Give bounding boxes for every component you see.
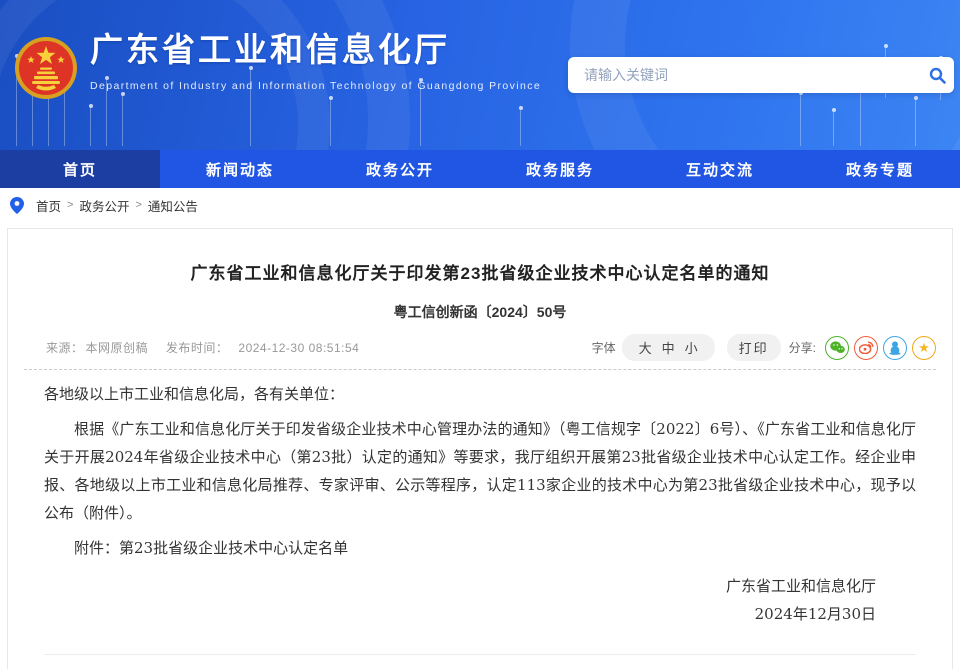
article-card: 广东省工业和信息化厅关于印发第23批省级企业技术中心认定名单的通知 粤工信创新函…: [7, 228, 953, 669]
article-signature: 广东省工业和信息化厅 2024年12月30日: [44, 572, 916, 628]
national-emblem-logo: [14, 36, 78, 100]
qq-icon: [889, 341, 901, 355]
nav-item-gov-services[interactable]: 政务服务: [480, 150, 640, 188]
section-divider: [44, 654, 916, 655]
wechat-icon: [830, 341, 845, 354]
print-button[interactable]: 打印: [727, 334, 781, 361]
site-search: [568, 57, 954, 93]
search-button[interactable]: [920, 57, 954, 93]
share-qq-button[interactable]: [883, 336, 907, 360]
location-pin-icon: [10, 197, 24, 214]
header-decoration-line: [520, 110, 521, 146]
article-paragraph: 附件：第23批省级企业技术中心认定名单: [44, 534, 916, 562]
font-size-medium-button[interactable]: 中: [657, 338, 680, 357]
breadcrumb-notices[interactable]: 通知公告: [148, 196, 198, 215]
font-size-small-button[interactable]: 小: [680, 338, 703, 357]
breadcrumb-gov-info[interactable]: 政务公开: [79, 196, 129, 215]
document-number: 粤工信创新函〔2024〕50号: [8, 302, 952, 322]
article-meta: 来源：本网原创稿 发布时间： 2024-12-30 08:51:54: [24, 339, 359, 356]
main-nav: 首页 新闻动态 政务公开 政务服务 互动交流 政务专题: [0, 150, 960, 188]
font-size-group: 大 中 小: [622, 334, 715, 361]
signature-organization: 广东省工业和信息化厅: [44, 572, 876, 600]
breadcrumb-separator: >: [135, 199, 141, 211]
article-body: 各地级以上市工业和信息化局，各有关单位： 根据《广东工业和信息化厅关于印发省级企…: [8, 370, 952, 628]
weibo-icon: [859, 341, 874, 354]
nav-item-gov-info[interactable]: 政务公开: [320, 150, 480, 188]
font-size-label: 字体: [592, 339, 616, 356]
article-meta-row: 来源：本网原创稿 发布时间： 2024-12-30 08:51:54 字体 大 中…: [24, 334, 936, 361]
breadcrumb: 首页 > 政务公开 > 通知公告: [0, 188, 960, 222]
nav-item-special-topics[interactable]: 政务专题: [800, 150, 960, 188]
share-label: 分享:: [789, 339, 816, 356]
source-value: 本网原创稿: [86, 341, 149, 355]
article-toolbar: 字体 大 中 小 打印 分享:: [592, 334, 936, 361]
nav-item-home[interactable]: 首页: [0, 150, 160, 188]
signature-date: 2024年12月30日: [44, 600, 876, 628]
publish-time-value: 2024-12-30 08:51:54: [238, 341, 359, 355]
article-paragraph: 根据《广东工业和信息化厅关于印发省级企业技术中心管理办法的通知》（粤工信规字〔2…: [44, 415, 916, 527]
star-icon: ★: [918, 341, 930, 354]
header-decoration-line: [122, 96, 123, 146]
header-decoration-line: [800, 95, 801, 146]
site-title: 广东省工业和信息化厅: [90, 30, 541, 70]
share-wechat-button[interactable]: [825, 336, 849, 360]
search-input[interactable]: [568, 57, 920, 93]
article-paragraph: 各地级以上市工业和信息化局，各有关单位：: [44, 380, 916, 408]
header-decoration-line: [833, 112, 834, 146]
nav-item-interaction[interactable]: 互动交流: [640, 150, 800, 188]
share-weibo-button[interactable]: [854, 336, 878, 360]
header-decoration-line: [32, 96, 33, 146]
site-subtitle: Department of Industry and Information T…: [90, 80, 541, 92]
header-decoration-line: [330, 100, 331, 146]
breadcrumb-home[interactable]: 首页: [36, 196, 61, 215]
nav-item-news[interactable]: 新闻动态: [160, 150, 320, 188]
source-label: 来源：: [46, 341, 84, 355]
font-size-large-button[interactable]: 大: [634, 338, 657, 357]
search-icon: [929, 67, 946, 84]
article-title: 广东省工业和信息化厅关于印发第23批省级企业技术中心认定名单的通知: [8, 259, 952, 284]
publish-time-label: 发布时间：: [166, 341, 229, 355]
site-header: 广东省工业和信息化厅 Department of Industry and In…: [0, 0, 960, 150]
site-brand[interactable]: 广东省工业和信息化厅 Department of Industry and In…: [14, 30, 541, 100]
share-favorite-button[interactable]: ★: [912, 336, 936, 360]
header-decoration-line: [90, 108, 91, 146]
header-decoration-line: [915, 100, 916, 146]
breadcrumb-separator: >: [67, 199, 73, 211]
